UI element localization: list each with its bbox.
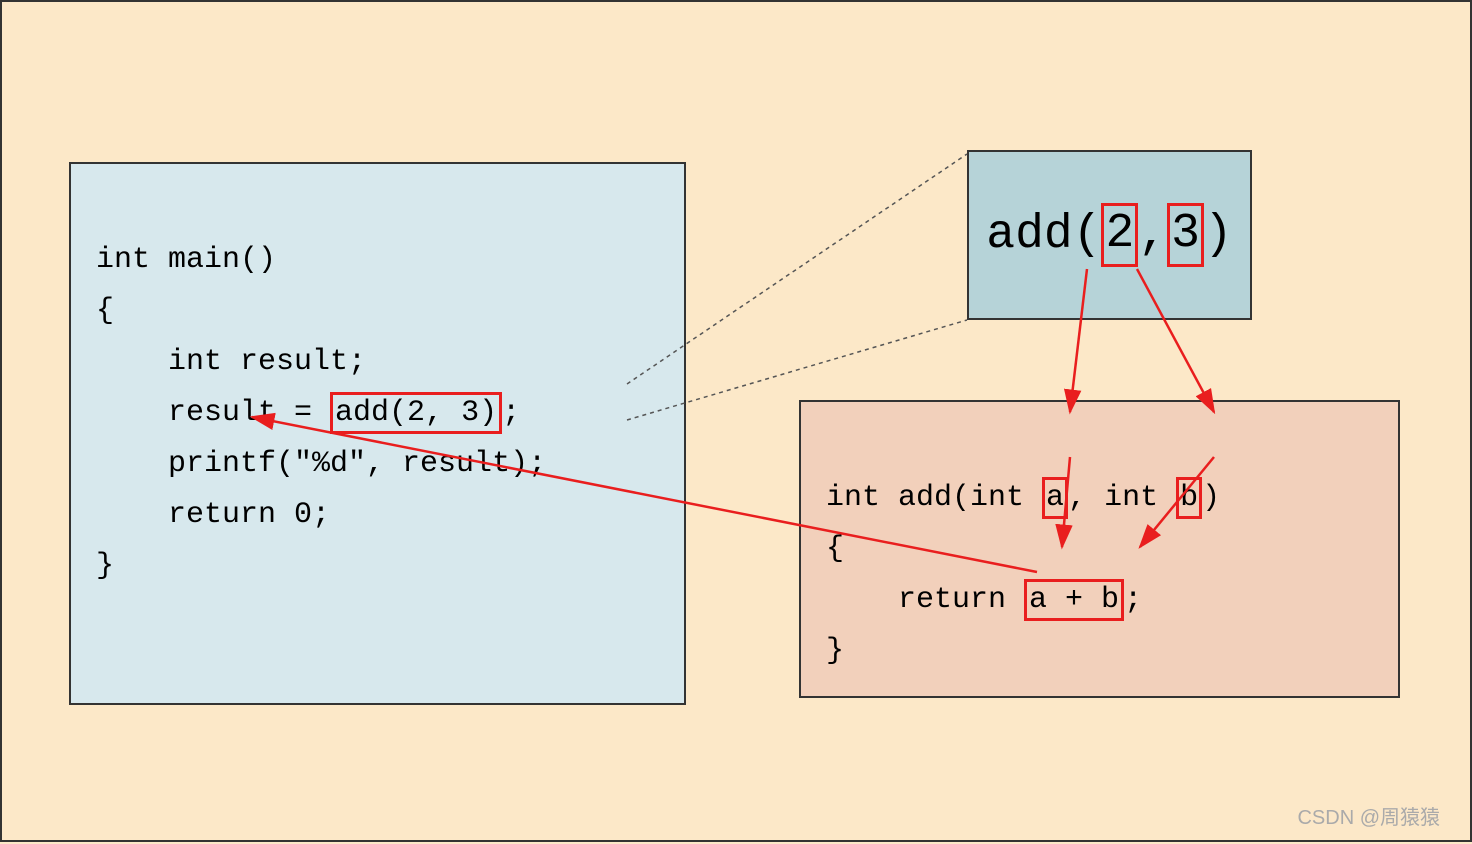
watermark: CSDN @周猿猿 bbox=[1297, 801, 1440, 830]
param-a-highlight: a bbox=[1042, 477, 1068, 519]
code-line: result = add(2, 3); bbox=[96, 396, 520, 430]
return-expr-highlight: a + b bbox=[1024, 579, 1124, 621]
code-line: } bbox=[96, 549, 114, 583]
code-line: int add(int a, int b) bbox=[826, 481, 1220, 515]
param-b-highlight: b bbox=[1176, 477, 1202, 519]
arg1-highlight: 2 bbox=[1101, 203, 1138, 267]
main-function-box: int main() { int result; result = add(2,… bbox=[69, 162, 686, 705]
callout-suffix: ) bbox=[1204, 208, 1233, 262]
code-line: { bbox=[826, 532, 844, 566]
code-line: { bbox=[96, 294, 114, 328]
code-line: int result; bbox=[96, 345, 366, 379]
arg2-highlight: 3 bbox=[1167, 203, 1204, 267]
code-line: printf("%d", result); bbox=[96, 447, 546, 481]
code-line: return a + b; bbox=[826, 583, 1142, 617]
code-line: } bbox=[826, 634, 844, 668]
code-line: return 0; bbox=[96, 498, 330, 532]
add-function-box: int add(int a, int b) { return a + b; } bbox=[799, 400, 1400, 698]
code-line: int main() bbox=[96, 243, 276, 277]
callout-prefix: add( bbox=[986, 208, 1101, 262]
callout-comma: , bbox=[1138, 208, 1167, 262]
call-highlight: add(2, 3) bbox=[330, 392, 502, 434]
callout-box: add(2,3) bbox=[967, 150, 1252, 320]
